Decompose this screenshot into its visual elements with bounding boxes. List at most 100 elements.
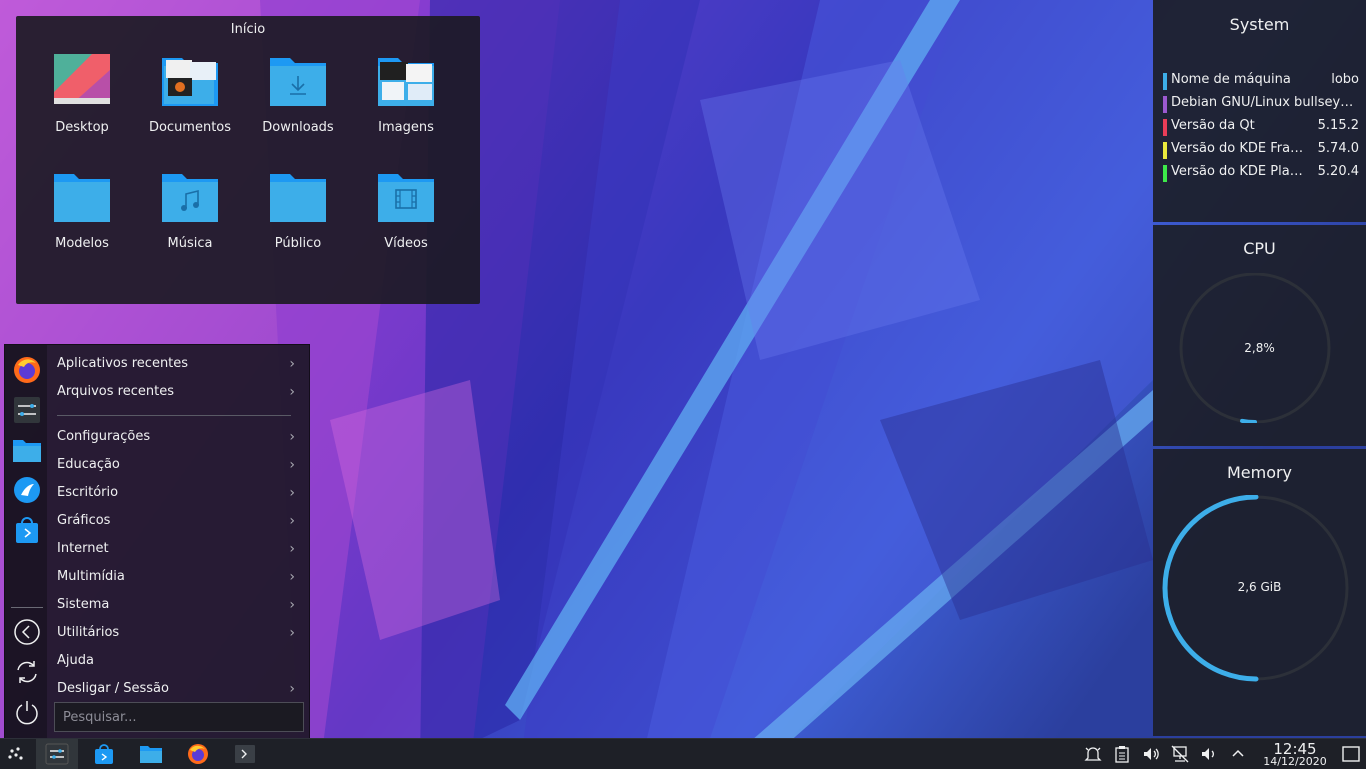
widget-title: System [1229, 15, 1290, 34]
sidebar-separator [11, 607, 43, 608]
system-settings-icon[interactable] [45, 743, 69, 765]
folder-item-documents[interactable]: Documentos [136, 50, 244, 154]
system-row: Versão do KDE Plasma 5.20.4 [1163, 164, 1359, 184]
network-icon[interactable] [1170, 744, 1190, 764]
menu-divider [57, 415, 291, 416]
audio-icon[interactable] [1199, 744, 1219, 764]
chevron-right-icon: › [289, 429, 295, 445]
system-row-value: lobo [1331, 72, 1359, 87]
terminal-icon[interactable] [233, 743, 257, 765]
menu-item-graphics[interactable]: Gráficos › [57, 510, 301, 538]
firefox-icon[interactable] [12, 355, 42, 385]
folder-label: Downloads [262, 120, 334, 135]
chevron-right-icon: › [289, 457, 295, 473]
file-manager-icon[interactable] [139, 743, 163, 765]
chevron-right-icon: › [289, 356, 295, 372]
desktop-folder-icon [54, 54, 110, 104]
tray-expand-icon[interactable] [1228, 744, 1248, 764]
folder-label: Música [167, 236, 213, 251]
chevron-right-icon: › [289, 513, 295, 529]
menu-item-system[interactable]: Sistema › [57, 594, 301, 622]
notifications-icon[interactable] [1083, 744, 1103, 764]
videos-folder-icon [378, 174, 434, 222]
software-store-icon[interactable] [12, 515, 42, 545]
menu-item-label: Internet [57, 541, 109, 556]
templates-folder-icon [54, 174, 110, 222]
menu-item-label: Educação [57, 457, 120, 472]
menu-item-office[interactable]: Escritório › [57, 482, 301, 510]
widget-title: CPU [1243, 239, 1276, 258]
chevron-right-icon: › [289, 384, 295, 400]
cpu-widget: CPU 2,8% [1153, 225, 1366, 446]
menu-item-label: Configurações [57, 429, 151, 444]
memory-usage-value: 2,6 GiB [1237, 580, 1282, 594]
search-input[interactable] [54, 702, 304, 732]
menu-item-label: Sistema [57, 597, 110, 612]
color-indicator [1163, 165, 1167, 182]
chevron-right-icon: › [289, 569, 295, 585]
pictures-folder-icon [378, 58, 434, 106]
application-launcher-icon[interactable] [4, 743, 28, 765]
color-indicator [1163, 73, 1167, 90]
system-row: Versão da Qt 5.15.2 [1163, 118, 1359, 138]
documents-folder-icon [162, 58, 218, 106]
folder-item-templates[interactable]: Modelos [28, 166, 136, 270]
folder-label: Documentos [148, 120, 232, 135]
menu-item-help[interactable]: Ajuda [57, 650, 301, 678]
music-folder-icon [162, 174, 218, 222]
folder-item-videos[interactable]: Vídeos [352, 166, 460, 270]
menu-item-recent-apps[interactable]: Aplicativos recentes › [57, 353, 301, 381]
menu-item-label: Aplicativos recentes [57, 356, 189, 371]
system-row-key: Versão da Qt [1171, 118, 1255, 133]
folder-item-public[interactable]: Público [244, 166, 352, 270]
logout-icon[interactable] [12, 617, 42, 647]
file-manager-icon[interactable] [12, 435, 42, 465]
menu-item-label: Escritório [57, 485, 119, 500]
menu-item-settings[interactable]: Configurações › [57, 426, 301, 454]
folder-item-desktop[interactable]: Desktop [28, 50, 136, 154]
clipboard-icon[interactable] [1112, 744, 1132, 764]
favorites-sidebar [5, 345, 47, 739]
system-row-key: Versão do KDE Frameworks [1171, 141, 1305, 156]
clock-date[interactable]: 14/12/2020 [1258, 755, 1332, 768]
shutdown-icon[interactable] [12, 697, 42, 727]
color-indicator [1163, 96, 1167, 113]
volume-icon[interactable] [1141, 744, 1161, 764]
show-desktop-icon[interactable] [1341, 744, 1361, 764]
menu-item-multimedia[interactable]: Multimídia › [57, 566, 301, 594]
folder-view-widget: Início Desktop Documentos Downloads Imag… [16, 16, 480, 304]
menu-item-education[interactable]: Educação › [57, 454, 301, 482]
folder-label: Desktop [55, 120, 109, 135]
menu-item-label: Multimídia [57, 569, 125, 584]
system-row-value: 5.15.2 [1317, 118, 1359, 133]
system-settings-icon[interactable] [12, 395, 42, 425]
menu-item-internet[interactable]: Internet › [57, 538, 301, 566]
memory-widget: Memory 2,6 GiB [1153, 449, 1366, 736]
menu-item-recent-files[interactable]: Arquivos recentes › [57, 381, 301, 409]
menu-item-label: Gráficos [57, 513, 111, 528]
taskbar: 12:45 14/12/2020 [0, 738, 1366, 769]
application-menu: Aplicativos recentes › Arquivos recentes ›… [4, 344, 310, 740]
folder-item-music[interactable]: Música [136, 166, 244, 270]
public-folder-icon [270, 174, 326, 222]
software-store-icon[interactable] [92, 743, 116, 765]
chevron-right-icon: › [289, 485, 295, 501]
chevron-right-icon: › [289, 681, 295, 697]
chevron-right-icon: › [289, 625, 295, 641]
folder-view-title: Início [230, 22, 266, 37]
system-row-key: Versão do KDE Plasma [1171, 164, 1305, 179]
system-row: Nome de máquina lobo [1163, 72, 1359, 92]
restart-icon[interactable] [12, 657, 42, 687]
menu-item-utilities[interactable]: Utilitários › [57, 622, 301, 650]
folder-item-pictures[interactable]: Imagens [352, 50, 460, 154]
system-row-value: 5.20.4 [1317, 164, 1359, 179]
folder-label: Imagens [378, 120, 434, 135]
color-indicator [1163, 119, 1167, 136]
discover-icon[interactable] [12, 475, 42, 505]
color-indicator [1163, 142, 1167, 159]
downloads-folder-icon [270, 58, 326, 106]
menu-item-label: Desligar / Sessão [57, 681, 169, 696]
firefox-icon[interactable] [186, 743, 210, 765]
folder-item-downloads[interactable]: Downloads [244, 50, 352, 154]
folder-label: Público [274, 236, 322, 251]
